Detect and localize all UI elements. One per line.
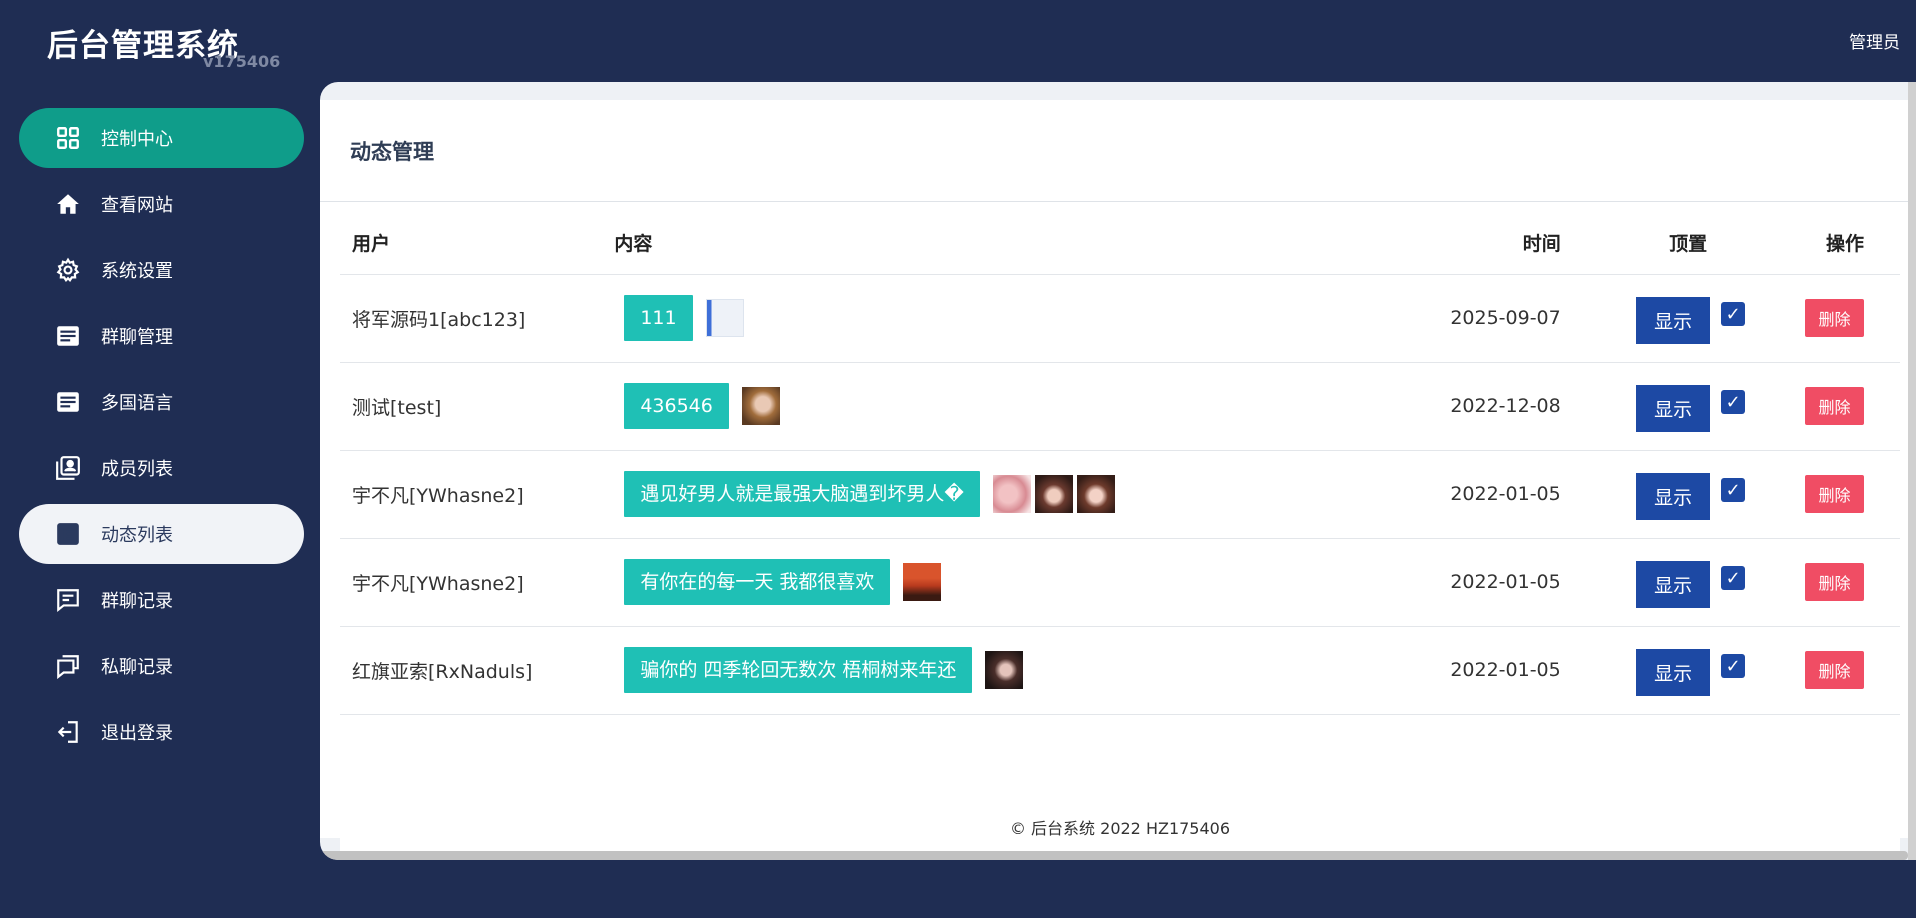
footer: © 后台系统 2022 HZ175406 xyxy=(340,797,1900,857)
list-icon xyxy=(55,521,81,547)
column-header-pinned: 顶置 xyxy=(1570,202,1746,275)
table-header-row: 用户 内容 时间 顶置 操作 xyxy=(340,202,1900,275)
show-button[interactable]: 显示 xyxy=(1636,472,1711,520)
pin-checkbox[interactable]: ✓ xyxy=(1721,654,1746,678)
sidebar-item-settings[interactable]: 系统设置 xyxy=(19,240,304,300)
cell-time: 2022-01-05 xyxy=(1381,450,1571,539)
sidebar-item-group-chat-log[interactable]: 群聊记录 xyxy=(19,570,304,630)
pin-checkbox[interactable]: ✓ xyxy=(1721,478,1746,502)
pin-checkbox[interactable]: ✓ xyxy=(1721,390,1746,414)
cell-time: 2022-01-05 xyxy=(1381,538,1571,627)
content-tag: 遇见好男人就是最强大脑遇到坏男人� xyxy=(624,471,980,517)
sidebar-item-label: 退出登录 xyxy=(101,723,173,744)
cell-user: 将军源码1[abc123] xyxy=(340,274,615,363)
content-image-thumbnail[interactable] xyxy=(985,651,1024,689)
sidebar-item-label: 成员列表 xyxy=(101,459,173,480)
chats-icon xyxy=(55,653,81,679)
content-image-thumbnail[interactable] xyxy=(1034,475,1073,513)
gear-icon xyxy=(55,257,81,283)
sidebar-item-label: 私聊记录 xyxy=(101,657,173,678)
moments-card: 动态管理 用户 内容 时间 顶置 操作 将军源码1[abc123] 111 20… xyxy=(320,100,1910,838)
content-image-thumbnail[interactable] xyxy=(741,387,780,425)
document-icon xyxy=(55,389,81,415)
delete-button[interactable]: 删除 xyxy=(1805,475,1864,513)
sidebar-item-label: 多国语言 xyxy=(101,393,173,414)
sidebar-item-languages[interactable]: 多国语言 xyxy=(19,372,304,432)
brand: 后台管理系统 v175406 xyxy=(47,20,280,71)
sidebar-item-label: 系统设置 xyxy=(101,261,173,282)
main-panel: 动态管理 用户 内容 时间 顶置 操作 将军源码1[abc123] 111 20… xyxy=(320,82,1916,860)
content-image-thumbnail[interactable] xyxy=(705,299,744,337)
sidebar-item-private-chat-log[interactable]: 私聊记录 xyxy=(19,636,304,696)
cell-user: 宇不凡[YWhasne2] xyxy=(340,450,615,539)
sidebar-item-group-management[interactable]: 群聊管理 xyxy=(19,306,304,366)
document-icon xyxy=(55,323,81,349)
sidebar: 控制中心 查看网站 系统设置 群聊管理 多国语言 成员列表 动态列表 群聊记录 … xyxy=(19,108,304,768)
delete-button[interactable]: 删除 xyxy=(1805,387,1864,425)
moments-table: 用户 内容 时间 顶置 操作 将军源码1[abc123] 111 2025-09… xyxy=(340,202,1900,715)
home-icon xyxy=(55,191,81,217)
cell-user: 宇不凡[YWhasne2] xyxy=(340,538,615,627)
content-tag: 有你在的每一天 我都很喜欢 xyxy=(624,559,891,605)
show-button[interactable]: 显示 xyxy=(1636,648,1711,696)
footer-copyright: © 后台系统 2022 HZ175406 xyxy=(1009,819,1231,838)
table-row: 测试[test] 436546 2022-12-08 显示 ✓ 删除 xyxy=(340,362,1900,451)
content-image-thumbnail[interactable] xyxy=(992,475,1031,513)
pin-checkbox[interactable]: ✓ xyxy=(1721,566,1746,590)
sidebar-item-label: 查看网站 xyxy=(101,195,173,216)
content-tag: 111 xyxy=(624,295,693,341)
cell-time: 2022-12-08 xyxy=(1381,362,1571,451)
content-image-thumbnail[interactable] xyxy=(1076,475,1115,513)
delete-button[interactable]: 删除 xyxy=(1805,299,1864,337)
horizontal-scrollbar[interactable] xyxy=(320,851,1908,860)
chat-icon xyxy=(55,587,81,613)
cell-user: 测试[test] xyxy=(340,362,615,451)
sidebar-item-label: 动态列表 xyxy=(101,525,173,546)
cell-time: 2025-09-07 xyxy=(1381,274,1571,363)
table-row: 宇不凡[YWhasne2] 遇见好男人就是最强大脑遇到坏男人� 2022-01-… xyxy=(340,450,1900,539)
contacts-icon xyxy=(55,455,81,481)
table-row: 宇不凡[YWhasne2] 有你在的每一天 我都很喜欢 2022-01-05 显… xyxy=(340,538,1900,627)
sidebar-item-label: 群聊管理 xyxy=(101,327,173,348)
sidebar-item-label: 控制中心 xyxy=(101,129,173,150)
table-row: 将军源码1[abc123] 111 2025-09-07 显示 ✓ 删除 xyxy=(340,274,1900,363)
column-header-time: 时间 xyxy=(1381,202,1571,275)
show-button[interactable]: 显示 xyxy=(1636,296,1711,344)
show-button[interactable]: 显示 xyxy=(1636,560,1711,608)
column-header-actions: 操作 xyxy=(1745,202,1900,275)
sidebar-item-dashboard[interactable]: 控制中心 xyxy=(19,108,304,168)
sidebar-item-label: 群聊记录 xyxy=(101,591,173,612)
column-header-content: 内容 xyxy=(614,202,1382,275)
pin-checkbox[interactable]: ✓ xyxy=(1721,302,1746,326)
content-tag: 436546 xyxy=(624,383,729,429)
column-header-user: 用户 xyxy=(340,202,615,275)
logout-icon xyxy=(55,719,81,745)
vertical-scrollbar[interactable] xyxy=(1908,82,1916,860)
sidebar-item-logout[interactable]: 退出登录 xyxy=(19,702,304,762)
sidebar-item-members[interactable]: 成员列表 xyxy=(19,438,304,498)
page-title: 动态管理 xyxy=(320,100,1910,202)
admin-user-menu[interactable]: 管理员 xyxy=(1849,28,1900,53)
sidebar-item-moments[interactable]: 动态列表 xyxy=(19,504,304,564)
delete-button[interactable]: 删除 xyxy=(1805,651,1864,689)
content-tag: 骗你的 四季轮回无数次 梧桐树来年还 xyxy=(624,647,973,693)
dashboard-icon xyxy=(55,125,81,151)
content-image-thumbnail[interactable] xyxy=(903,563,942,601)
table-row: 红旗亚索[RxNaduls] 骗你的 四季轮回无数次 梧桐树来年还 2022-0… xyxy=(340,626,1900,715)
app-version: v175406 xyxy=(203,52,281,71)
show-button[interactable]: 显示 xyxy=(1636,384,1711,432)
sidebar-item-view-site[interactable]: 查看网站 xyxy=(19,174,304,234)
delete-button[interactable]: 删除 xyxy=(1805,563,1864,601)
cell-time: 2022-01-05 xyxy=(1381,626,1571,715)
cell-user: 红旗亚索[RxNaduls] xyxy=(340,626,615,715)
